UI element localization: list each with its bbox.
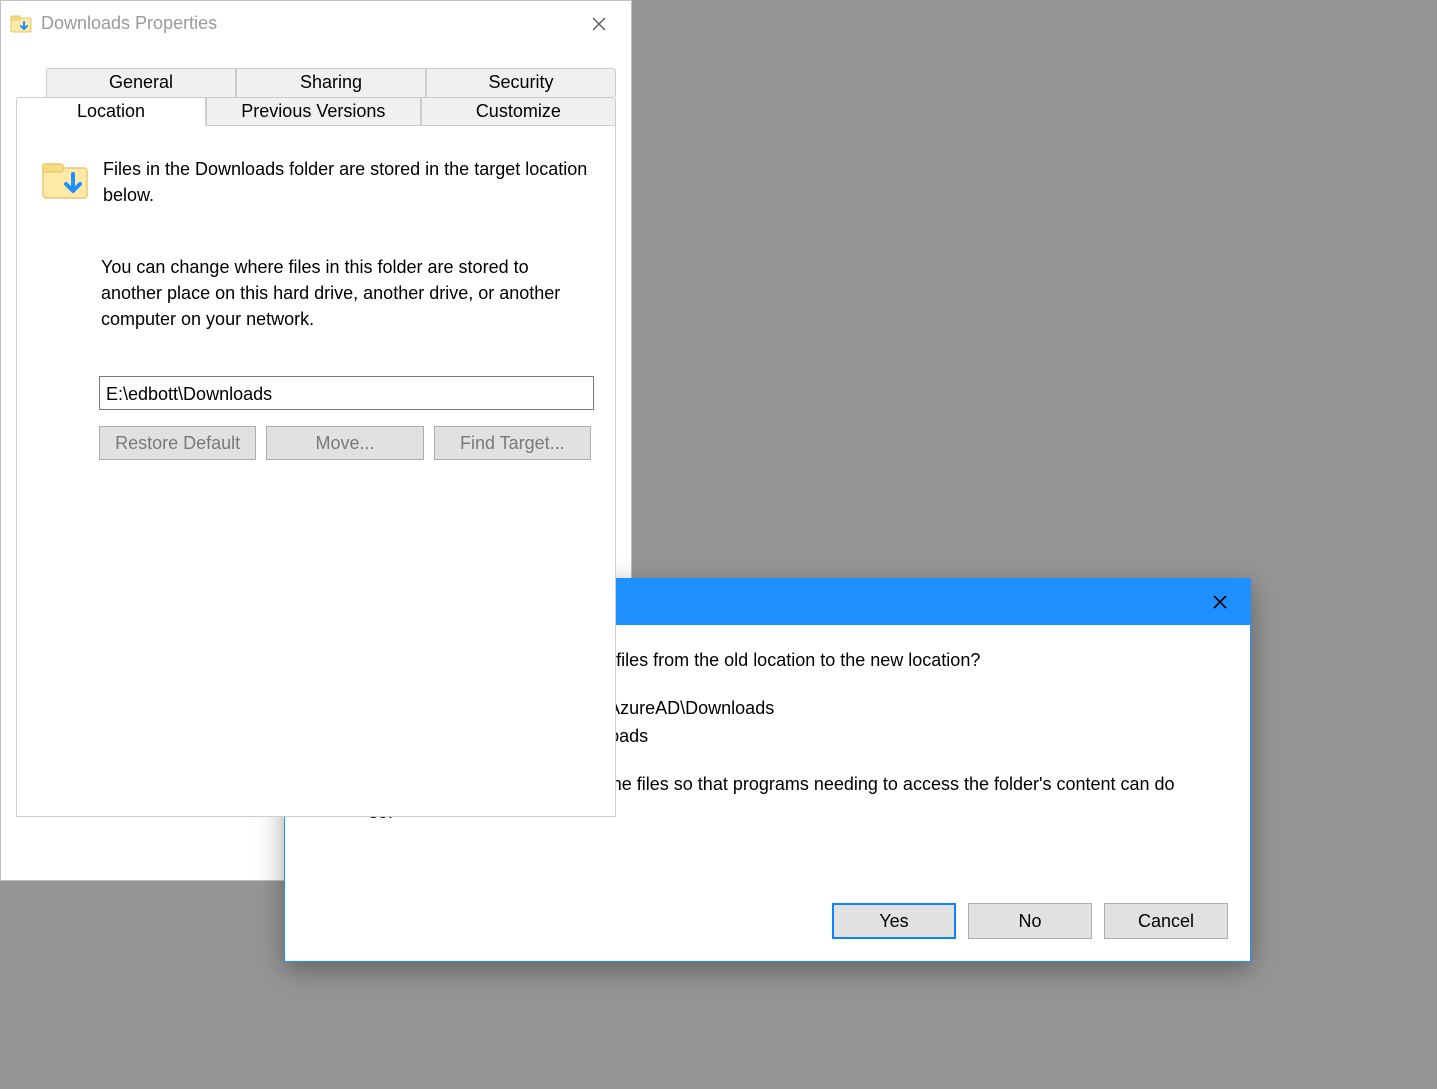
cancel-button[interactable]: Cancel [1104, 903, 1228, 939]
close-icon[interactable] [575, 8, 623, 40]
path-input[interactable] [99, 376, 594, 410]
properties-titlebar[interactable]: Downloads Properties [1, 1, 631, 46]
close-icon[interactable] [1196, 586, 1244, 618]
downloads-folder-large-icon [41, 156, 89, 204]
tab-general[interactable]: General [46, 68, 236, 97]
find-target-button[interactable]: Find Target... [434, 426, 591, 460]
tab-customize[interactable]: Customize [421, 97, 616, 126]
intro-text: Files in the Downloads folder are stored… [103, 156, 591, 208]
tabs: General Sharing Security Location Previo… [16, 68, 616, 817]
properties-title: Downloads Properties [41, 13, 575, 34]
move-button[interactable]: Move... [266, 426, 423, 460]
tab-previous-versions[interactable]: Previous Versions [206, 97, 421, 126]
description-text: You can change where files in this folde… [101, 254, 581, 332]
downloads-folder-icon [9, 12, 33, 36]
tab-location[interactable]: Location [16, 97, 206, 126]
restore-default-button[interactable]: Restore Default [99, 426, 256, 460]
no-button[interactable]: No [968, 903, 1092, 939]
tab-panel-location: Files in the Downloads folder are stored… [16, 125, 616, 817]
tab-security[interactable]: Security [426, 68, 616, 97]
properties-window: Downloads Properties General Sharing Sec… [0, 0, 632, 881]
yes-button[interactable]: Yes [832, 903, 956, 939]
tab-sharing[interactable]: Sharing [236, 68, 426, 97]
